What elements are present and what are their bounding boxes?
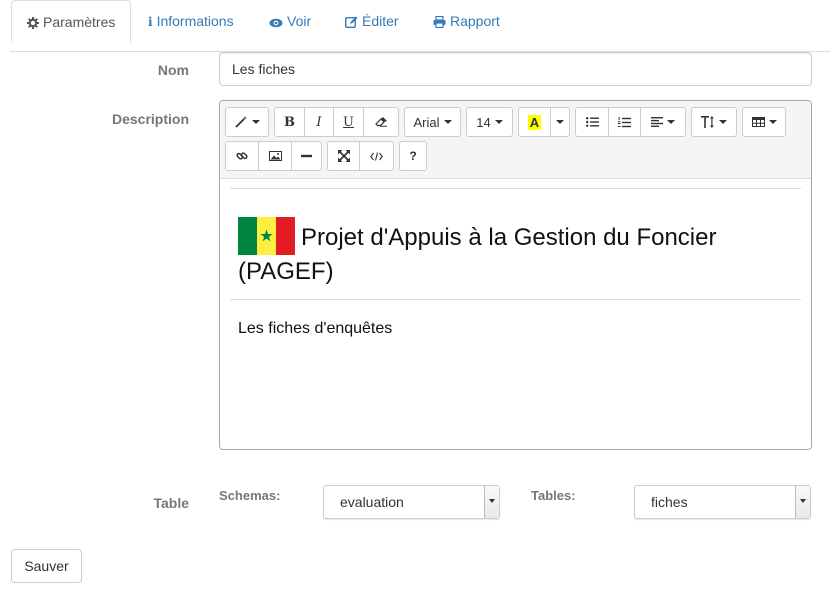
ordered-list-button[interactable] — [608, 107, 641, 137]
content-heading: Projet d'Appuis à la Gestion du Foncier … — [238, 217, 798, 289]
eraser-button[interactable] — [363, 107, 399, 137]
chevron-down-icon — [795, 486, 810, 518]
nom-input[interactable]: Les fiches — [219, 52, 812, 86]
content-body-text: Les fiches d'enquêtes — [238, 320, 393, 337]
underline-button[interactable]: U — [333, 107, 364, 137]
gear-icon — [27, 17, 39, 29]
tab-label: Éditer — [362, 13, 399, 29]
print-icon — [433, 15, 446, 29]
align-left-icon — [651, 117, 663, 127]
table-label: Table — [153, 495, 189, 511]
eye-icon — [269, 18, 283, 28]
unordered-list-button[interactable] — [575, 107, 609, 137]
edit-icon — [344, 16, 358, 29]
font-family-value: Arial — [413, 114, 440, 130]
picture-button[interactable] — [258, 141, 292, 171]
info-icon: i — [148, 15, 153, 29]
schemas-select[interactable]: evaluation — [323, 485, 500, 519]
schemas-label: Schemas: — [219, 488, 281, 503]
editor-content[interactable]: Projet d'Appuis à la Gestion du Foncier … — [220, 179, 811, 449]
content-divider — [230, 299, 801, 300]
picture-icon — [268, 151, 282, 161]
tab-label: Paramètres — [43, 14, 116, 30]
tables-label: Tables: — [531, 488, 576, 503]
fullscreen-button[interactable] — [327, 141, 360, 171]
description-label: Description — [111, 111, 189, 127]
minus-icon — [301, 154, 312, 158]
rich-text-editor: B I U Arial 14 A ? Projet d'Appuis à la … — [219, 100, 812, 450]
eraser-icon — [374, 117, 387, 127]
tab-informations[interactable]: i Informations — [148, 0, 234, 42]
tab-parametres[interactable]: Paramètres — [11, 0, 132, 43]
paragraph-align-button[interactable] — [640, 107, 686, 137]
nom-label: Nom — [157, 62, 189, 78]
magic-wand-icon — [234, 116, 247, 128]
font-family-button[interactable]: Arial — [404, 107, 461, 137]
tables-select-value: fiches — [651, 494, 688, 510]
heading-text: Projet d'Appuis à la Gestion du Foncier … — [238, 224, 717, 285]
content-divider — [230, 188, 801, 189]
table-button[interactable] — [742, 107, 786, 137]
table-icon — [751, 117, 765, 127]
save-button[interactable]: Sauver — [11, 549, 82, 583]
style-button[interactable] — [225, 107, 269, 137]
senegal-flag-image — [238, 217, 295, 255]
schemas-select-value: evaluation — [340, 494, 404, 510]
color-dropdown-button[interactable] — [550, 107, 570, 137]
tab-rapport[interactable]: Rapport — [433, 0, 500, 42]
code-view-button[interactable] — [359, 141, 394, 171]
fullscreen-icon — [337, 150, 350, 162]
text-height-icon — [701, 116, 714, 128]
tab-label: Rapport — [450, 13, 500, 29]
font-size-value: 14 — [476, 114, 491, 130]
editor-toolbar: B I U Arial 14 A ? — [220, 101, 811, 179]
link-button[interactable] — [225, 141, 259, 171]
code-icon — [370, 151, 383, 161]
numbered-list-icon — [618, 116, 631, 127]
help-button[interactable]: ? — [399, 141, 427, 171]
italic-button[interactable]: I — [304, 107, 334, 137]
tab-voir[interactable]: Voir — [269, 0, 311, 42]
bold-button[interactable]: B — [274, 107, 305, 137]
font-size-button[interactable]: 14 — [466, 107, 513, 137]
tables-select[interactable]: fiches — [634, 485, 811, 519]
star-icon — [260, 229, 273, 242]
link-icon — [236, 152, 248, 160]
tab-label: Informations — [156, 13, 234, 29]
line-height-button[interactable] — [691, 107, 737, 137]
horizontal-rule-button[interactable] — [291, 141, 322, 171]
bullet-list-icon — [585, 117, 599, 127]
tab-label: Voir — [287, 13, 312, 29]
highlight-color-button[interactable]: A — [518, 107, 551, 137]
tab-editer[interactable]: Éditer — [344, 0, 399, 42]
highlight-icon: A — [527, 114, 542, 130]
chevron-down-icon — [484, 486, 499, 518]
